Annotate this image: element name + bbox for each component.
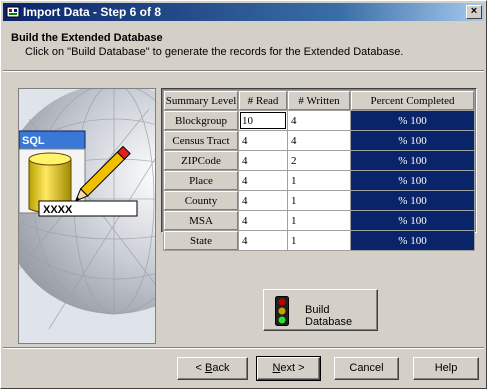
read-cell[interactable]: 4: [239, 131, 287, 150]
back-label: ack: [212, 362, 230, 374]
summary-level-cell[interactable]: ZIPCode: [164, 151, 238, 170]
summary-level-cell[interactable]: MSA: [164, 211, 238, 230]
table-row: Census Tract 4 4 % 100: [164, 131, 474, 150]
wizard-header: Build the Extended Database Click on "Bu…: [3, 22, 484, 69]
summary-level-cell[interactable]: Census Tract: [164, 131, 238, 150]
written-cell[interactable]: 2: [288, 151, 350, 170]
svg-text:XXXX: XXXX: [43, 204, 73, 216]
column-header-summary-level[interactable]: Summary Level: [164, 91, 238, 110]
read-cell[interactable]: 4: [239, 171, 287, 190]
wizard-window: Import Data - Step 6 of 8 × Build the Ex…: [0, 0, 487, 389]
percent-cell: % 100: [351, 211, 474, 230]
footer-divider: [3, 347, 484, 349]
written-cell[interactable]: 4: [288, 111, 350, 130]
table-row: State 4 1 % 100: [164, 231, 474, 250]
table-row: Place 4 1 % 100: [164, 171, 474, 190]
build-database-button[interactable]: Build Database: [263, 289, 378, 331]
summary-level-cell[interactable]: County: [164, 191, 238, 210]
written-cell[interactable]: 1: [288, 191, 350, 210]
table-row: ZIPCode 4 2 % 100: [164, 151, 474, 170]
percent-cell: % 100: [351, 191, 474, 210]
read-cell[interactable]: 4: [239, 191, 287, 210]
traffic-light-icon: [275, 296, 289, 326]
header-divider: [3, 70, 484, 72]
written-cell[interactable]: 1: [288, 231, 350, 250]
read-cell[interactable]: 10: [239, 111, 287, 130]
column-header-read[interactable]: # Read: [239, 91, 287, 110]
svg-text:SQL: SQL: [22, 135, 45, 147]
read-cell[interactable]: 4: [239, 151, 287, 170]
table-row: Blockgroup 10 4 % 100: [164, 111, 474, 130]
database-globe-icon: SQL XXXX: [19, 89, 155, 343]
next-button[interactable]: Next >: [256, 356, 321, 381]
back-button[interactable]: < Back: [177, 357, 248, 380]
app-icon: [6, 6, 20, 18]
percent-cell: % 100: [351, 111, 474, 130]
table-header-row: Summary Level # Read # Written Percent C…: [164, 91, 474, 110]
summary-level-cell[interactable]: State: [164, 231, 238, 250]
summary-table: Summary Level # Read # Written Percent C…: [163, 90, 475, 251]
title-bar[interactable]: Import Data - Step 6 of 8 ×: [3, 3, 484, 21]
back-prefix: <: [195, 362, 205, 374]
summary-level-cell[interactable]: Blockgroup: [164, 111, 238, 130]
wizard-illustration: SQL XXXX: [18, 88, 156, 344]
column-header-written[interactable]: # Written: [288, 91, 350, 110]
close-button[interactable]: ×: [466, 5, 482, 19]
help-button[interactable]: Help: [413, 357, 479, 380]
percent-cell: % 100: [351, 171, 474, 190]
page-title: Build the Extended Database: [11, 32, 163, 44]
summary-grid[interactable]: Summary Level # Read # Written Percent C…: [161, 88, 477, 251]
cancel-button[interactable]: Cancel: [334, 357, 399, 380]
written-cell[interactable]: 4: [288, 131, 350, 150]
percent-cell: % 100: [351, 231, 474, 250]
percent-cell: % 100: [351, 151, 474, 170]
column-header-percent[interactable]: Percent Completed: [351, 91, 474, 110]
table-row: MSA 4 1 % 100: [164, 211, 474, 230]
read-cell[interactable]: 4: [239, 231, 287, 250]
window-title: Import Data - Step 6 of 8: [23, 5, 162, 19]
next-label: ext >: [280, 362, 305, 374]
build-database-label: Build Database: [305, 304, 353, 328]
percent-cell: % 100: [351, 131, 474, 150]
table-row: County 4 1 % 100: [164, 191, 474, 210]
close-icon: ×: [470, 5, 478, 17]
written-cell[interactable]: 1: [288, 171, 350, 190]
summary-level-cell[interactable]: Place: [164, 171, 238, 190]
written-cell[interactable]: 1: [288, 211, 350, 230]
page-subtitle: Click on "Build Database" to generate th…: [25, 46, 404, 58]
read-cell[interactable]: 4: [239, 211, 287, 230]
